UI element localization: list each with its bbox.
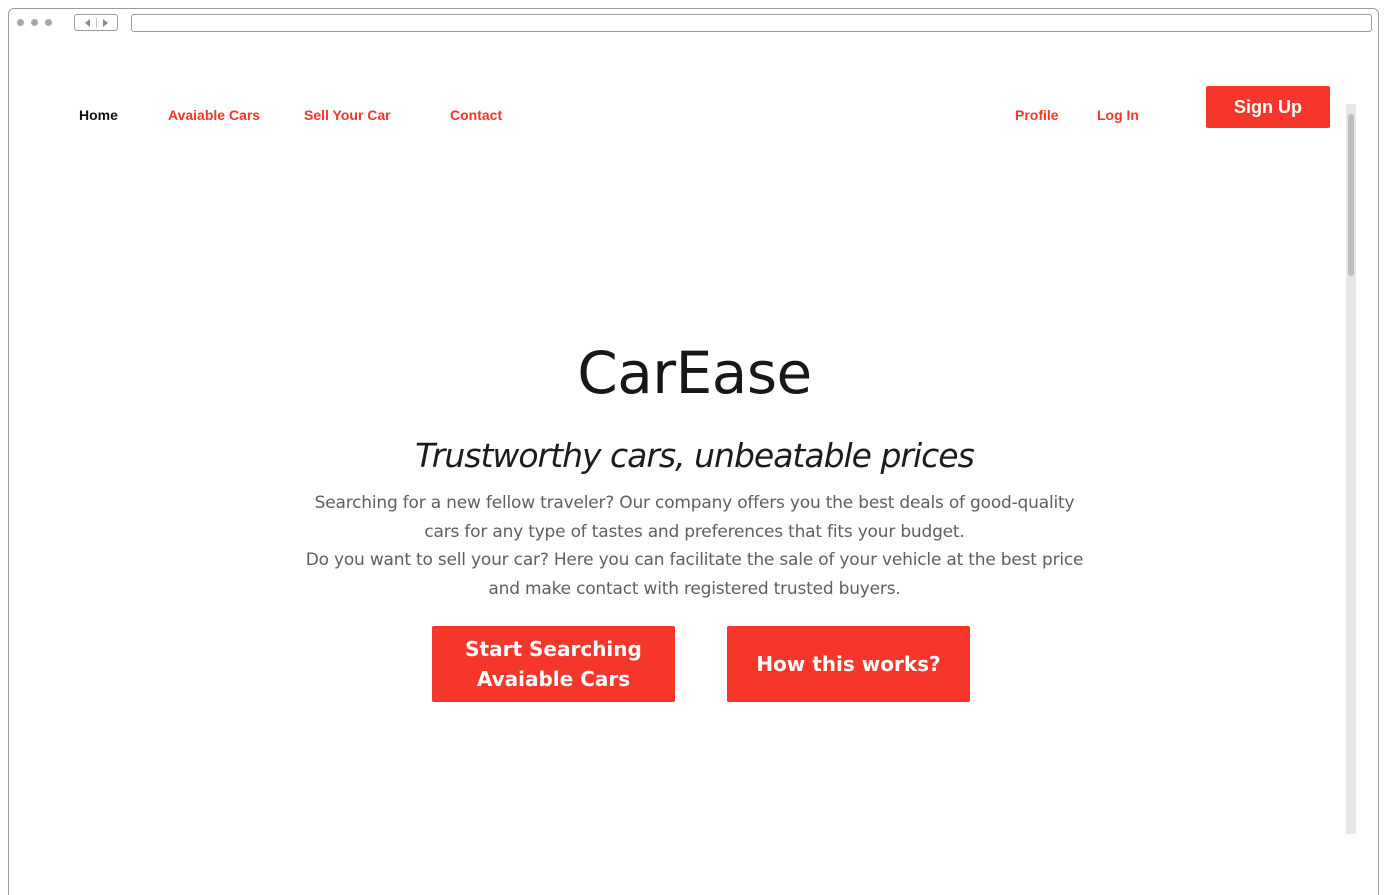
start-searching-line1: Start Searching <box>465 637 642 661</box>
start-searching-label: Start Searching Avaiable Cars <box>465 634 642 694</box>
back-arrow-icon[interactable] <box>84 18 90 27</box>
nav-link-available-cars[interactable]: Avaiable Cars <box>168 107 260 123</box>
description-line: Do you want to sell your car? Here you c… <box>305 550 1084 570</box>
nav-divider <box>95 17 97 28</box>
scrollbar-thumb[interactable] <box>1348 114 1354 276</box>
nav-link-sell-your-car[interactable]: Sell Your Car <box>304 107 391 123</box>
browser-window: Home Avaiable Cars Sell Your Car Contact… <box>8 8 1379 895</box>
brand-title: CarEase <box>577 339 812 407</box>
close-window-dot-icon[interactable] <box>17 19 24 26</box>
description-line: and make contact with registered trusted… <box>488 578 901 599</box>
forward-arrow-icon[interactable] <box>102 18 108 27</box>
start-searching-button[interactable]: Start Searching Avaiable Cars <box>432 626 675 702</box>
nav-link-profile[interactable]: Profile <box>1015 107 1059 123</box>
nav-link-contact[interactable]: Contact <box>450 107 502 123</box>
nav-link-log-in[interactable]: Log In <box>1097 107 1139 123</box>
description-line: Searching for a new fellow traveler? Our… <box>314 493 1075 513</box>
address-bar[interactable] <box>131 14 1372 32</box>
minimize-window-dot-icon[interactable] <box>31 19 38 26</box>
description-line: cars for any type of tastes and preferen… <box>424 521 965 542</box>
how-this-works-button[interactable]: How this works? <box>727 626 970 702</box>
main-navigation: Home Avaiable Cars Sell Your Car Contact… <box>9 107 1378 127</box>
hero-tagline: Trustworthy cars, unbeatable prices <box>415 436 975 475</box>
browser-titlebar <box>9 9 1378 39</box>
nav-link-home[interactable]: Home <box>79 107 118 123</box>
hero-description: Searching for a new fellow traveler? Our… <box>9 489 1378 603</box>
browser-nav-buttons <box>74 14 118 31</box>
maximize-window-dot-icon[interactable] <box>45 19 52 26</box>
sign-up-button[interactable]: Sign Up <box>1206 86 1330 128</box>
start-searching-line2: Avaiable Cars <box>476 667 631 691</box>
